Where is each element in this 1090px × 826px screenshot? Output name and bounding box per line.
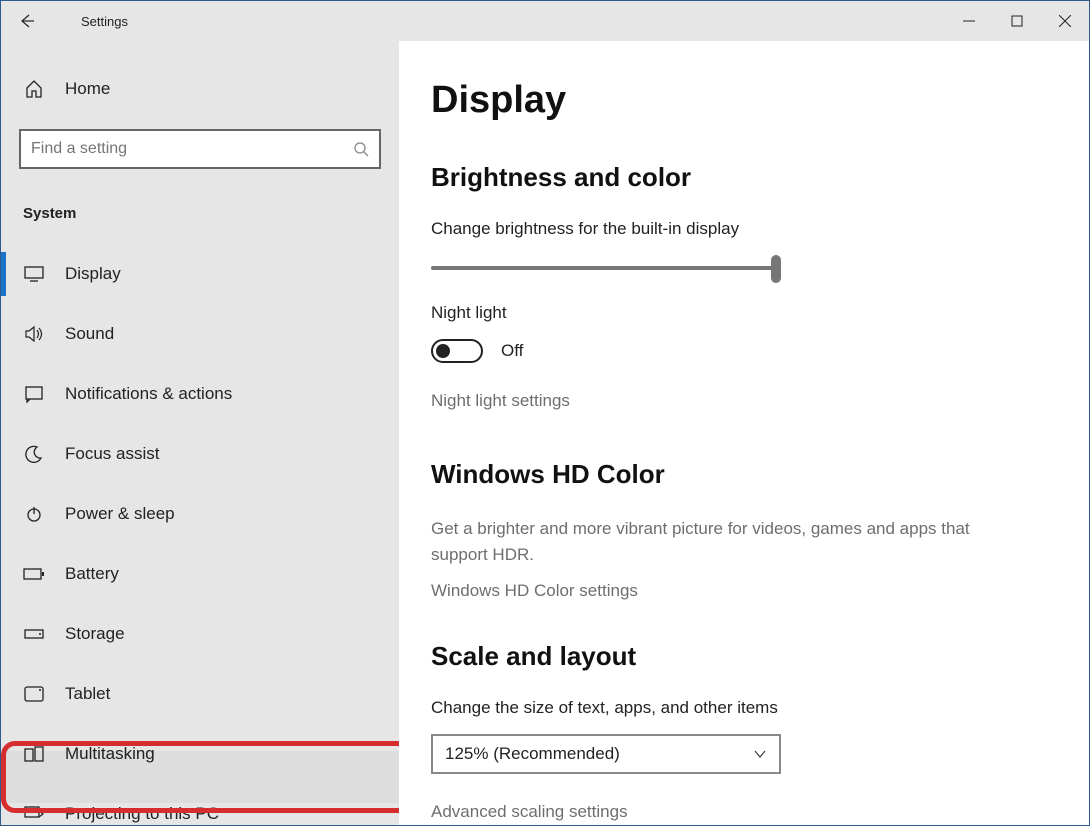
sidebar-item-label: Display xyxy=(65,264,121,284)
sidebar-item-label: Storage xyxy=(65,624,125,644)
scale-size-label: Change the size of text, apps, and other… xyxy=(431,698,1049,718)
sidebar-item-power-sleep[interactable]: Power & sleep xyxy=(1,484,399,544)
brightness-slider[interactable] xyxy=(431,255,781,283)
sidebar-item-notifications[interactable]: Notifications & actions xyxy=(1,364,399,424)
home-icon xyxy=(23,79,45,99)
titlebar-title: Settings xyxy=(81,14,128,29)
night-light-label: Night light xyxy=(431,303,1049,323)
sidebar-item-label: Focus assist xyxy=(65,444,159,464)
sidebar-section-label: System xyxy=(1,193,399,236)
brightness-slider-label: Change brightness for the built-in displ… xyxy=(431,219,1049,239)
storage-icon xyxy=(23,629,45,639)
sidebar-item-label: Notifications & actions xyxy=(65,384,232,404)
night-light-settings-link[interactable]: Night light settings xyxy=(431,391,570,411)
sidebar-item-sound[interactable]: Sound xyxy=(1,304,399,364)
search-box[interactable] xyxy=(19,129,381,169)
moon-icon xyxy=(23,445,45,463)
tablet-icon xyxy=(23,686,45,702)
sidebar-item-label: Power & sleep xyxy=(65,504,175,524)
night-light-state: Off xyxy=(501,341,523,361)
sound-icon xyxy=(23,325,45,343)
sidebar-item-label: Battery xyxy=(65,564,119,584)
sidebar-item-storage[interactable]: Storage xyxy=(1,604,399,664)
home-label: Home xyxy=(65,79,110,99)
nav-list: Display Sound Notifications & actions Fo… xyxy=(1,244,399,825)
notifications-icon xyxy=(23,385,45,403)
maximize-icon xyxy=(1011,15,1023,27)
advanced-scaling-link[interactable]: Advanced scaling settings xyxy=(431,802,628,822)
close-icon xyxy=(1059,15,1071,27)
sidebar-item-focus-assist[interactable]: Focus assist xyxy=(1,424,399,484)
monitor-icon xyxy=(23,266,45,282)
minimize-button[interactable] xyxy=(945,1,993,41)
battery-icon xyxy=(23,568,45,580)
sidebar-item-label: Projecting to this PC xyxy=(65,804,219,824)
minimize-icon xyxy=(963,15,975,27)
titlebar: Settings xyxy=(1,1,1089,41)
night-light-toggle[interactable] xyxy=(431,339,483,363)
slider-track xyxy=(431,266,781,270)
chevron-down-icon xyxy=(753,749,767,759)
scale-dropdown[interactable]: 125% (Recommended) xyxy=(431,734,781,774)
search-input[interactable] xyxy=(31,140,353,158)
power-icon xyxy=(23,505,45,523)
hdcolor-heading: Windows HD Color xyxy=(431,459,1049,490)
sidebar-item-battery[interactable]: Battery xyxy=(1,544,399,604)
sidebar-item-label: Multitasking xyxy=(65,744,155,764)
scale-heading: Scale and layout xyxy=(431,641,1049,672)
sidebar-item-display[interactable]: Display xyxy=(1,244,399,304)
sidebar-item-label: Tablet xyxy=(65,684,110,704)
back-button[interactable] xyxy=(1,1,51,41)
arrow-left-icon xyxy=(17,12,35,30)
content-pane: Display Brightness and color Change brig… xyxy=(399,41,1089,825)
hdcolor-description: Get a brighter and more vibrant picture … xyxy=(431,516,991,569)
sidebar-item-projecting[interactable]: Projecting to this PC xyxy=(1,784,399,825)
toggle-knob xyxy=(436,344,450,358)
projecting-icon xyxy=(23,806,45,822)
close-button[interactable] xyxy=(1041,1,1089,41)
sidebar-item-tablet[interactable]: Tablet xyxy=(1,664,399,724)
sidebar-home[interactable]: Home xyxy=(1,71,399,107)
search-icon xyxy=(353,141,369,157)
sidebar-item-multitasking[interactable]: Multitasking xyxy=(1,724,399,784)
maximize-button[interactable] xyxy=(993,1,1041,41)
page-title: Display xyxy=(431,79,1049,122)
brightness-heading: Brightness and color xyxy=(431,162,1049,193)
multitasking-icon xyxy=(23,746,45,762)
sidebar-item-label: Sound xyxy=(65,324,114,344)
sidebar: Home System Display Sound Notifications … xyxy=(1,41,399,825)
slider-thumb[interactable] xyxy=(771,255,781,283)
window-controls xyxy=(945,1,1089,41)
scale-dropdown-value: 125% (Recommended) xyxy=(445,744,620,764)
hdcolor-settings-link[interactable]: Windows HD Color settings xyxy=(431,581,638,601)
